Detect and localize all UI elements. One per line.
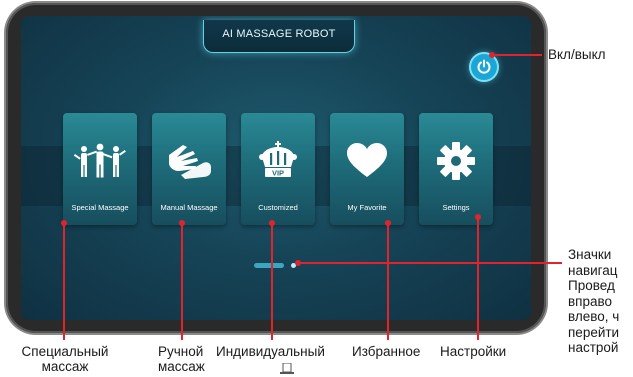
callout-line-special — [63, 223, 65, 340]
callout-line-custom — [271, 223, 273, 340]
power-icon — [477, 59, 491, 74]
label-power: Вкл/выкл — [548, 47, 606, 62]
label-settings: Настройки — [440, 344, 507, 359]
tile-my-favorite[interactable]: My Favorite — [330, 113, 404, 225]
callout-line-favorite — [387, 223, 389, 340]
callout-line-power — [492, 54, 542, 56]
label-favorite: Избранное — [352, 344, 421, 359]
tile-label: Customized — [258, 203, 298, 212]
crown-vip-icon: VIP — [259, 141, 297, 178]
callout-line-manual — [181, 223, 183, 340]
people-icon — [73, 143, 126, 178]
hands-icon — [169, 145, 211, 179]
label-manual-line: Ручной — [158, 344, 204, 359]
label-special-line: массаж — [41, 359, 89, 374]
page-title: AI MASSAGE ROBOT — [222, 28, 336, 40]
tablet-frame: AI MASSAGE ROBOT Special Massage Manual … — [6, 3, 546, 333]
page-indicator-active[interactable] — [254, 263, 284, 268]
label-manual-line: массаж — [158, 359, 205, 374]
label-nav: Значки навигац Провед вправо влево, ч пе… — [568, 247, 619, 356]
tile-label: Manual Massage — [160, 203, 218, 212]
label-nav-line: вправо — [568, 293, 613, 309]
label-nav-line: Провед — [568, 278, 615, 293]
label-nav-line: навигац — [568, 262, 618, 278]
vip-badge: VIP — [272, 169, 284, 178]
label-special-line: Специальный — [21, 344, 109, 359]
tile-manual-massage[interactable]: Manual Massage — [152, 113, 226, 225]
label-nav-line: настрой — [568, 340, 619, 355]
tile-special-massage[interactable]: Special Massage — [63, 113, 137, 225]
callout-line-nav — [298, 262, 562, 264]
label-nav-line: Значки — [568, 247, 612, 262]
tile-label: Special Massage — [71, 203, 129, 212]
label-custom: Индивидуальный — [216, 344, 325, 359]
label-nav-line: перейти — [568, 324, 620, 340]
label-nav-line: влево, ч — [568, 309, 620, 324]
tile-customized[interactable]: VIP Customized — [241, 113, 315, 225]
callout-line-settings — [477, 217, 479, 340]
screen: AI MASSAGE ROBOT Special Massage Manual … — [21, 16, 531, 320]
tile-label: Settings — [442, 203, 470, 212]
heart-icon — [347, 143, 387, 177]
label-manual: Ручной массаж — [158, 344, 205, 374]
down-arrow-icon — [280, 363, 294, 374]
title-tab: AI MASSAGE ROBOT — [203, 20, 355, 53]
gear-icon — [437, 142, 475, 180]
power-button[interactable] — [471, 54, 497, 80]
tile-settings[interactable]: Settings — [419, 113, 493, 225]
tile-label: My Favorite — [347, 203, 387, 212]
label-special: Специальный массаж — [12, 344, 118, 374]
